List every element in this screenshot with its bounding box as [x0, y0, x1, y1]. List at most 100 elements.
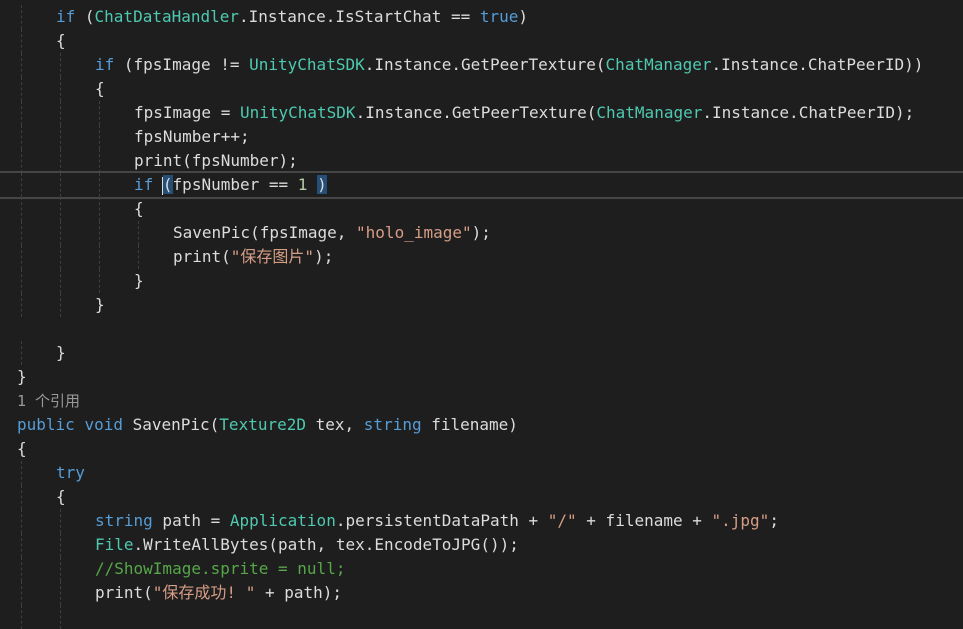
code-line[interactable]: if (fpsNumber == 1 )	[0, 171, 963, 199]
indent-guide	[21, 149, 22, 173]
indent-guide	[21, 101, 22, 125]
indent-guide	[99, 245, 100, 269]
code-line[interactable]: if (fpsImage != UnityChatSDK.Instance.Ge…	[0, 53, 963, 77]
indent-guide	[60, 533, 61, 557]
code-line[interactable]: File.WriteAllBytes(path, tex.EncodeToJPG…	[0, 533, 963, 557]
code-token: "保存图片"	[230, 247, 315, 266]
code-editor[interactable]: if (ChatDataHandler.Instance.IsStartChat…	[0, 0, 963, 629]
code-line[interactable]: {	[0, 437, 963, 461]
indent-guide	[99, 125, 100, 149]
code-token: public	[17, 415, 75, 434]
code-token: {	[17, 439, 27, 458]
code-line[interactable]: }	[0, 293, 963, 317]
indent-guide	[60, 605, 61, 629]
code-token: + filename +	[576, 511, 712, 530]
code-token: print(	[173, 247, 231, 266]
indent-guide	[60, 101, 61, 125]
code-line[interactable]: print(fpsNumber);	[0, 149, 963, 173]
code-token: string	[95, 511, 153, 530]
indent-guide	[21, 533, 22, 557]
indent-guide	[60, 293, 61, 317]
code-token: .Instance.GetPeerTexture(	[355, 103, 597, 122]
indent-guide	[21, 245, 22, 269]
indent-guide	[60, 581, 61, 605]
code-line[interactable]: fpsImage = UnityChatSDK.Instance.GetPeer…	[0, 101, 963, 125]
code-line[interactable]: }	[0, 365, 963, 389]
code-text: print(fpsNumber);	[134, 149, 298, 173]
code-text: }	[134, 269, 144, 293]
code-line[interactable]: {	[0, 197, 963, 221]
code-token: (	[162, 175, 173, 194]
indent-guide	[60, 53, 61, 77]
code-text: fpsNumber++;	[134, 125, 250, 149]
code-text: {	[17, 437, 27, 461]
code-line[interactable]: {	[0, 77, 963, 101]
code-token: ChatManager	[596, 103, 703, 122]
indent-guide	[60, 125, 61, 149]
code-line[interactable]: SavenPic(fpsImage, "holo_image");	[0, 221, 963, 245]
code-text: }	[17, 365, 27, 389]
code-token: "保存成功! "	[152, 583, 256, 602]
code-token: UnityChatSDK	[249, 55, 365, 74]
indent-guide	[21, 269, 22, 293]
indent-guide	[21, 173, 22, 197]
code-line[interactable]: {	[0, 29, 963, 53]
code-line[interactable]: try	[0, 461, 963, 485]
code-text: print("保存成功! " + path);	[95, 581, 342, 605]
indent-guide	[21, 221, 22, 245]
codelens-text[interactable]: 1 个引用	[17, 392, 80, 410]
code-line[interactable]: fpsNumber++;	[0, 125, 963, 149]
indent-guide	[21, 293, 22, 317]
code-token: fpsImage =	[134, 103, 240, 122]
code-token: {	[134, 199, 144, 218]
code-token: }	[56, 343, 66, 362]
code-line[interactable]: public void SavenPic(Texture2D tex, stri…	[0, 413, 963, 437]
code-token: (fpsImage !=	[114, 55, 250, 74]
code-line[interactable]: string path = Application.persistentData…	[0, 509, 963, 533]
indent-guide	[21, 341, 22, 365]
indent-guide	[21, 485, 22, 509]
code-line[interactable]: {	[0, 485, 963, 509]
indent-guide	[99, 197, 100, 221]
code-text: {	[95, 77, 105, 101]
code-text: {	[134, 197, 144, 221]
code-line[interactable]: }	[0, 269, 963, 293]
indent-guide	[99, 269, 100, 293]
code-line[interactable]: if (ChatDataHandler.Instance.IsStartChat…	[0, 5, 963, 29]
code-text: public void SavenPic(Texture2D tex, stri…	[17, 413, 518, 437]
code-token: }	[134, 271, 144, 290]
code-token: fpsNumber ==	[172, 175, 298, 194]
indent-guide	[21, 53, 22, 77]
indent-guide	[21, 77, 22, 101]
code-text: print("保存图片");	[173, 245, 333, 269]
code-token: File	[95, 535, 134, 554]
code-line[interactable]: }	[0, 341, 963, 365]
code-token: + path);	[255, 583, 343, 602]
indent-guide	[60, 221, 61, 245]
indent-guide	[99, 101, 100, 125]
code-token: .WriteAllBytes(path, tex.EncodeToJPG());	[133, 535, 519, 554]
code-token: filename)	[421, 415, 518, 434]
code-line[interactable]: print("保存图片");	[0, 245, 963, 269]
code-line[interactable]	[0, 317, 963, 341]
code-token: if	[95, 55, 115, 74]
indent-guide	[21, 29, 22, 53]
indent-guide	[99, 173, 100, 197]
code-line[interactable]: print("保存成功! " + path);	[0, 581, 963, 605]
indent-guide	[21, 125, 22, 149]
codelens-references[interactable]: 1 个引用	[0, 389, 963, 413]
code-token: //ShowImage.sprite = null;	[95, 559, 346, 578]
code-token: print(fpsNumber);	[134, 151, 298, 170]
code-text: if (fpsNumber == 1 )	[134, 173, 327, 197]
code-token: try	[56, 463, 85, 482]
code-line[interactable]	[0, 605, 963, 629]
code-line[interactable]: //ShowImage.sprite = null;	[0, 557, 963, 581]
code-token: if	[134, 175, 154, 194]
code-token: (	[75, 7, 95, 26]
code-text: if (fpsImage != UnityChatSDK.Instance.Ge…	[95, 53, 923, 77]
indent-guide	[21, 509, 22, 533]
code-token: true	[479, 7, 519, 26]
indent-guide	[138, 245, 139, 269]
code-text: }	[56, 341, 66, 365]
